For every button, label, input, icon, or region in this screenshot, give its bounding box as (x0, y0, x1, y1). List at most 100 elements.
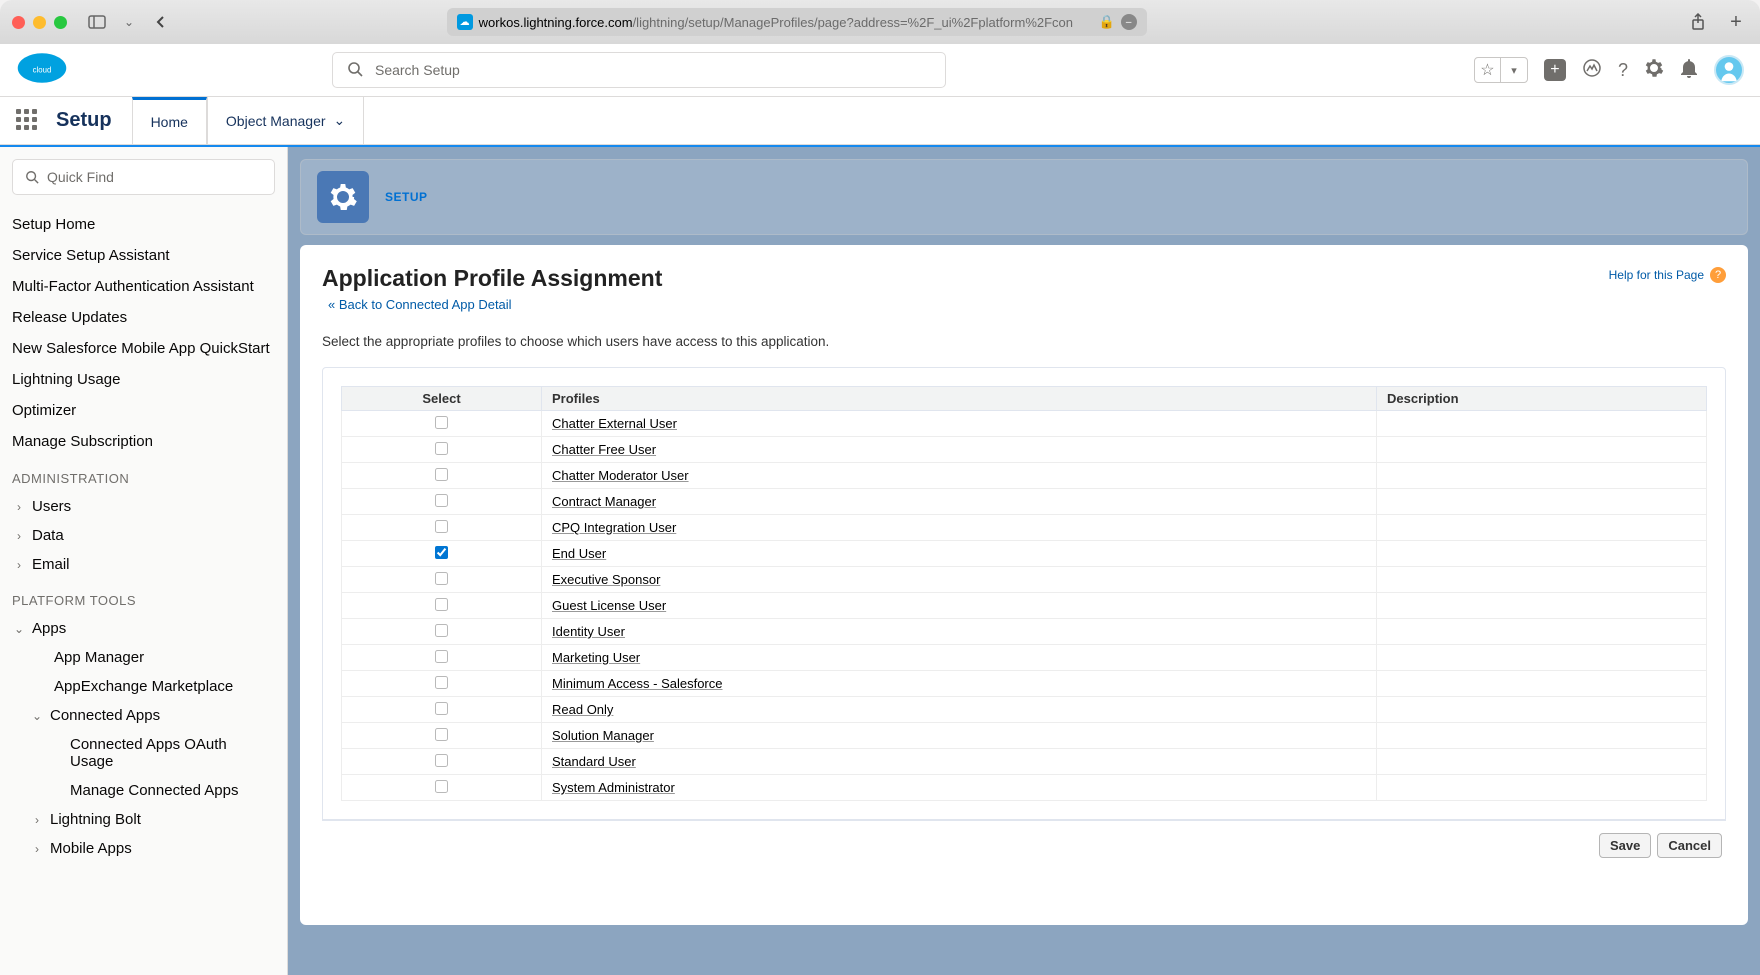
col-profiles: Profiles (542, 387, 1377, 411)
svg-text:cloud: cloud (33, 65, 52, 74)
sidebar-item[interactable]: Manage Connected Apps (12, 776, 275, 805)
gear-icon[interactable] (1644, 58, 1664, 83)
select-checkbox[interactable] (435, 702, 448, 715)
new-tab-icon[interactable]: + (1724, 10, 1748, 34)
setup-sidebar: Quick Find Setup HomeService Setup Assis… (0, 147, 288, 975)
select-checkbox[interactable] (435, 468, 448, 481)
favorites-dropdown[interactable]: ☆ ▾ (1474, 57, 1528, 83)
browser-chrome: ⌄ ☁ workos.lightning.force.com/lightning… (0, 0, 1760, 44)
lock-icon: 🔒 (1098, 14, 1114, 30)
tab-home[interactable]: Home (132, 97, 207, 145)
cancel-button[interactable]: Cancel (1657, 833, 1722, 858)
global-search[interactable]: Search Setup (332, 52, 946, 88)
description-cell (1377, 567, 1707, 593)
chevron-down-icon[interactable]: ⌄ (117, 10, 141, 34)
select-checkbox[interactable] (435, 442, 448, 455)
nav-section-platform: PLATFORM TOOLS (12, 579, 275, 614)
profile-link[interactable]: System Administrator (552, 780, 675, 795)
select-checkbox[interactable] (435, 572, 448, 585)
sidebar-link[interactable]: Release Updates (12, 302, 275, 333)
back-link[interactable]: « Back to Connected App Detail (328, 297, 512, 312)
trailhead-icon[interactable] (1582, 58, 1602, 83)
select-checkbox[interactable] (435, 676, 448, 689)
select-checkbox[interactable] (435, 494, 448, 507)
profile-link[interactable]: Guest License User (552, 598, 666, 613)
close-window-icon[interactable] (12, 16, 25, 29)
table-row: Marketing User (342, 645, 1707, 671)
select-checkbox[interactable] (435, 780, 448, 793)
table-row: Read Only (342, 697, 1707, 723)
table-row: CPQ Integration User (342, 515, 1707, 541)
select-checkbox[interactable] (435, 416, 448, 429)
nav-apps[interactable]: ⌄Apps (12, 614, 275, 643)
sidebar-toggle-icon[interactable] (85, 10, 109, 34)
profile-link[interactable]: Marketing User (552, 650, 640, 665)
profile-link[interactable]: Solution Manager (552, 728, 654, 743)
profile-link[interactable]: Identity User (552, 624, 625, 639)
select-checkbox[interactable] (435, 650, 448, 663)
salesforce-logo[interactable]: cloud (16, 50, 68, 91)
profile-link[interactable]: Executive Sponsor (552, 572, 660, 587)
select-checkbox[interactable] (435, 624, 448, 637)
search-icon (25, 170, 39, 184)
select-checkbox[interactable] (435, 520, 448, 533)
profile-link[interactable]: Chatter Free User (552, 442, 656, 457)
add-icon[interactable]: + (1544, 59, 1566, 81)
sidebar-link[interactable]: Optimizer (12, 395, 275, 426)
quick-find-input[interactable]: Quick Find (12, 159, 275, 195)
sidebar-item[interactable]: ›Lightning Bolt (12, 805, 275, 834)
select-checkbox[interactable] (435, 728, 448, 741)
sidebar-link[interactable]: Setup Home (12, 209, 275, 240)
share-icon[interactable] (1686, 10, 1710, 34)
description-cell (1377, 749, 1707, 775)
reader-icon[interactable]: – (1121, 14, 1137, 30)
profile-link[interactable]: Contract Manager (552, 494, 656, 509)
profile-link[interactable]: Chatter Moderator User (552, 468, 689, 483)
select-checkbox[interactable] (435, 754, 448, 767)
gear-icon (317, 171, 369, 223)
sidebar-item[interactable]: ›Data (12, 521, 275, 550)
sidebar-item[interactable]: AppExchange Marketplace (12, 672, 275, 701)
sidebar-link[interactable]: Service Setup Assistant (12, 240, 275, 271)
sidebar-item[interactable]: ›Users (12, 492, 275, 521)
profile-link[interactable]: CPQ Integration User (552, 520, 676, 535)
save-button[interactable]: Save (1599, 833, 1651, 858)
app-launcher-icon[interactable] (16, 109, 40, 133)
description-cell (1377, 437, 1707, 463)
favicon-icon: ☁ (457, 14, 473, 30)
help-icon[interactable]: ? (1618, 60, 1628, 81)
star-icon[interactable]: ☆ (1475, 58, 1501, 82)
table-row: System Administrator (342, 775, 1707, 801)
sidebar-item[interactable]: App Manager (12, 643, 275, 672)
url-bar[interactable]: ☁ workos.lightning.force.com/lightning/s… (447, 8, 1147, 36)
profile-link[interactable]: Read Only (552, 702, 613, 717)
select-checkbox[interactable] (435, 546, 448, 559)
select-checkbox[interactable] (435, 598, 448, 611)
description-cell (1377, 411, 1707, 437)
back-icon[interactable] (149, 10, 173, 34)
sidebar-item[interactable]: Connected Apps OAuth Usage (12, 730, 275, 776)
bell-icon[interactable] (1680, 58, 1698, 83)
nav-connected-apps[interactable]: ⌄Connected Apps (12, 701, 275, 730)
context-bar: Setup Home Object Manager ⌄ (0, 97, 1760, 145)
page-banner: SETUP (300, 159, 1748, 235)
sidebar-link[interactable]: New Salesforce Mobile App QuickStart (12, 333, 275, 364)
profile-link[interactable]: End User (552, 546, 606, 561)
profile-link[interactable]: Chatter External User (552, 416, 677, 431)
tab-object-manager[interactable]: Object Manager ⌄ (207, 97, 364, 145)
sidebar-item[interactable]: ›Mobile Apps (12, 834, 275, 863)
sidebar-link[interactable]: Multi-Factor Authentication Assistant (12, 271, 275, 302)
sidebar-item[interactable]: ›Email (12, 550, 275, 579)
help-link[interactable]: Help for this Page ? (1609, 267, 1726, 283)
chevron-right-icon: › (12, 500, 26, 514)
chevron-down-icon[interactable]: ▾ (1501, 58, 1527, 82)
minimize-window-icon[interactable] (33, 16, 46, 29)
intro-text: Select the appropriate profiles to choos… (322, 334, 1726, 349)
profile-link[interactable]: Minimum Access - Salesforce (552, 676, 723, 691)
maximize-window-icon[interactable] (54, 16, 67, 29)
sidebar-link[interactable]: Lightning Usage (12, 364, 275, 395)
profile-link[interactable]: Standard User (552, 754, 636, 769)
avatar[interactable] (1714, 55, 1744, 85)
description-cell (1377, 515, 1707, 541)
sidebar-link[interactable]: Manage Subscription (12, 426, 275, 457)
